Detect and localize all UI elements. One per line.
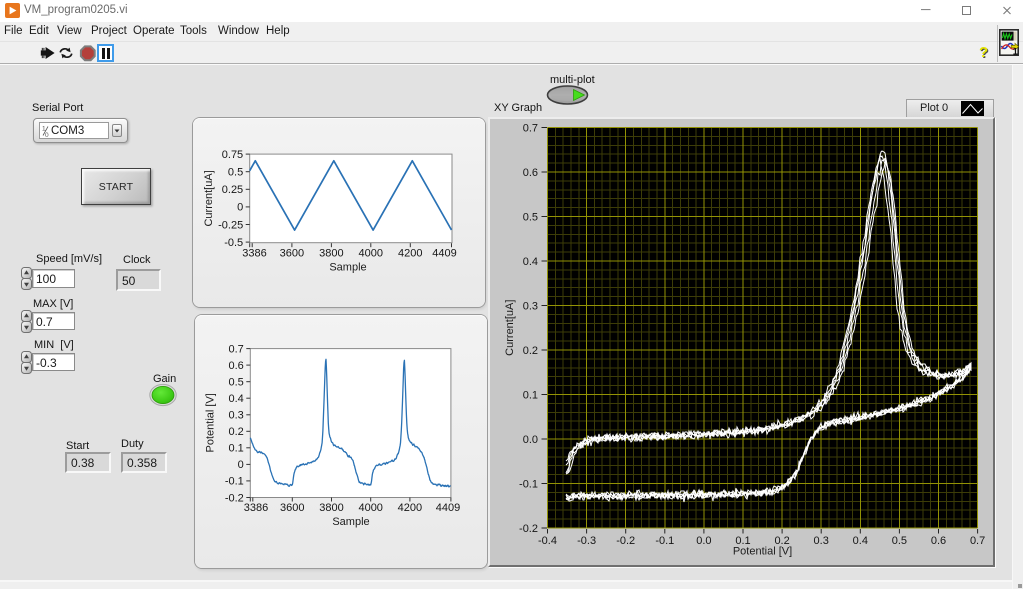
svg-text:0.2: 0.2 xyxy=(523,345,538,357)
svg-text:3800: 3800 xyxy=(319,502,343,514)
svg-text:0.6: 0.6 xyxy=(523,167,538,179)
svg-text:0.3: 0.3 xyxy=(523,300,538,312)
svg-text:3386: 3386 xyxy=(242,248,266,260)
svg-text:0.5: 0.5 xyxy=(229,377,244,389)
svg-text:0.3: 0.3 xyxy=(229,410,244,422)
svg-text:0.6: 0.6 xyxy=(229,360,244,372)
svg-text:1: 1 xyxy=(1013,46,1018,56)
svg-text:-0.1: -0.1 xyxy=(225,476,244,488)
svg-text:Current[uA]: Current[uA] xyxy=(203,170,215,226)
svg-text:3600: 3600 xyxy=(280,502,304,514)
svg-text:0.4: 0.4 xyxy=(229,393,244,405)
svg-text:0.3: 0.3 xyxy=(814,535,829,547)
svg-text:-0.2: -0.2 xyxy=(616,535,635,547)
svg-text:-0.1: -0.1 xyxy=(519,478,538,490)
svg-text:-0.5: -0.5 xyxy=(224,237,243,249)
svg-text:0.7: 0.7 xyxy=(970,535,985,547)
svg-text:0.5: 0.5 xyxy=(228,167,243,179)
svg-text:0.1: 0.1 xyxy=(523,389,538,401)
svg-text:4000: 4000 xyxy=(359,248,383,260)
svg-text:0.75: 0.75 xyxy=(222,149,243,161)
svg-text:0.2: 0.2 xyxy=(229,426,244,438)
svg-text:Sample: Sample xyxy=(332,516,369,528)
svg-text:4409: 4409 xyxy=(436,502,460,514)
svg-text:Sample: Sample xyxy=(329,262,366,274)
svg-text:4200: 4200 xyxy=(398,502,422,514)
svg-text:Potential [V]: Potential [V] xyxy=(205,393,217,452)
svg-text:3386: 3386 xyxy=(244,502,268,514)
svg-text:3800: 3800 xyxy=(319,248,343,260)
svg-text:0.1: 0.1 xyxy=(229,443,244,455)
svg-text:-0.25: -0.25 xyxy=(218,219,243,231)
svg-text:0: 0 xyxy=(237,202,243,214)
svg-text:0.6: 0.6 xyxy=(931,535,946,547)
svg-text:Current[uA]: Current[uA] xyxy=(504,300,516,356)
svg-text:Potential [V]: Potential [V] xyxy=(733,546,792,558)
svg-text:-0.3: -0.3 xyxy=(577,535,596,547)
svg-text:-0.4: -0.4 xyxy=(538,535,557,547)
svg-text:4200: 4200 xyxy=(398,248,422,260)
svg-text:0.0: 0.0 xyxy=(696,535,711,547)
svg-text:0.4: 0.4 xyxy=(853,535,868,547)
svg-text:0.7: 0.7 xyxy=(523,122,538,134)
svg-text:3600: 3600 xyxy=(280,248,304,260)
svg-text:4409: 4409 xyxy=(432,248,456,260)
svg-text:-0.1: -0.1 xyxy=(655,535,674,547)
svg-text:-0.2: -0.2 xyxy=(225,492,244,504)
svg-text:0.5: 0.5 xyxy=(523,211,538,223)
svg-text:-0.2: -0.2 xyxy=(519,523,538,535)
svg-text:0.7: 0.7 xyxy=(229,343,244,355)
svg-text:0: 0 xyxy=(45,132,49,138)
svg-text:0.5: 0.5 xyxy=(892,535,907,547)
svg-text:0.4: 0.4 xyxy=(523,256,538,268)
svg-text:4000: 4000 xyxy=(358,502,382,514)
svg-text:0: 0 xyxy=(238,459,244,471)
svg-text:0.0: 0.0 xyxy=(523,434,538,446)
svg-text:0.25: 0.25 xyxy=(222,184,243,196)
